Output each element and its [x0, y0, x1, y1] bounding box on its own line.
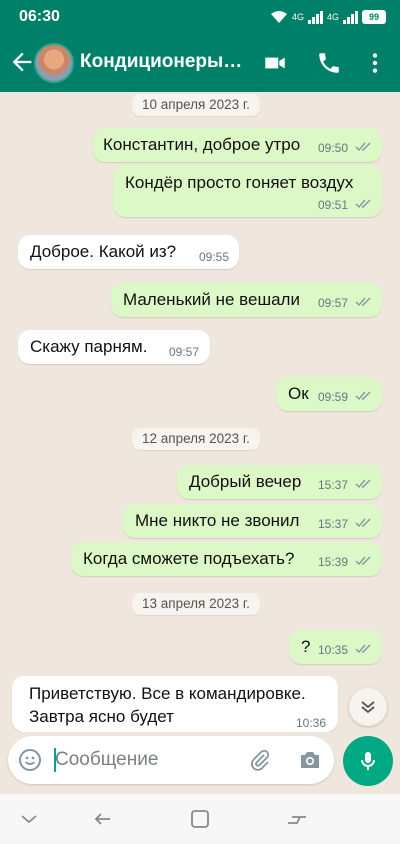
message-input[interactable]: Сообщение: [8, 736, 334, 784]
message-placeholder: Сообщение: [55, 749, 159, 770]
microphone-icon: [361, 752, 375, 770]
message-incoming[interactable]: Доброе. Какой из? 09:55: [18, 235, 239, 269]
system-nav-bar: [0, 794, 400, 844]
message-text: Когда сможете подъехать?: [83, 549, 295, 568]
message-outgoing[interactable]: Кондёр просто гоняет воздух 09:51: [113, 165, 382, 217]
double-check-icon: [355, 391, 371, 401]
double-chevron-down-icon: [361, 701, 375, 714]
message-text: Кондёр просто гоняет воздух: [125, 173, 354, 192]
message-outgoing[interactable]: Ок 09:59: [276, 377, 382, 411]
more-vert-icon[interactable]: [362, 50, 388, 76]
network-type-1: 4G: [291, 12, 304, 22]
message-outgoing[interactable]: ? 10:35: [289, 630, 382, 664]
message-time: 09:50: [318, 141, 349, 155]
camera-icon[interactable]: [298, 748, 322, 772]
status-icons: 4G 4G 99: [270, 8, 386, 26]
status-bar: 06:30 4G 4G 99: [0, 0, 400, 34]
message-time: 15:39: [318, 555, 349, 569]
double-check-icon: [355, 518, 371, 528]
message-outgoing[interactable]: Мне никто не звонил 15:37: [123, 504, 382, 538]
message-list[interactable]: 10 апреля 2023 г. Константин, доброе утр…: [0, 92, 400, 732]
nav-home-icon[interactable]: [187, 806, 213, 832]
message-incoming[interactable]: Приветствую. Все в командировке. Завтра …: [12, 676, 338, 732]
message-time: 09:55: [199, 250, 230, 264]
chat-title[interactable]: Кондиционеры Гав...: [80, 51, 245, 73]
avatar[interactable]: [34, 43, 74, 83]
message-text: Приветствую. Все в командировке.: [29, 684, 306, 703]
message-text: Ок: [288, 384, 309, 403]
phone-icon[interactable]: [316, 50, 342, 76]
message-time: 09:57: [318, 296, 349, 310]
chat-header: Кондиционеры Гав...: [0, 34, 400, 92]
message-time: 10:36: [296, 716, 327, 730]
arrow-left-icon[interactable]: [8, 48, 36, 76]
message-outgoing[interactable]: Когда сможете подъехать? 15:39: [71, 542, 382, 576]
message-incoming[interactable]: Скажу парням. 09:57: [18, 330, 210, 364]
message-time: 09:57: [169, 345, 200, 359]
network-type-2: 4G: [326, 12, 339, 22]
message-outgoing[interactable]: Маленький не вешали 09:57: [111, 283, 382, 317]
message-text-line-2: Завтра ясно будет: [29, 707, 174, 726]
message-time: 09:51: [318, 198, 349, 212]
nav-recents-icon[interactable]: [284, 806, 310, 832]
message-time: 15:37: [318, 478, 349, 492]
battery-icon: 99: [362, 10, 386, 24]
double-check-icon: [355, 297, 371, 307]
emoji-icon[interactable]: [18, 748, 42, 772]
message-text: Маленький не вешали: [123, 290, 300, 309]
message-text: Мне никто не звонил: [135, 511, 300, 530]
microphone-button[interactable]: [343, 736, 393, 786]
message-text: Скажу парням.: [30, 337, 148, 356]
message-time: 09:59: [318, 390, 349, 404]
double-check-icon: [355, 556, 371, 566]
message-time: 15:37: [318, 517, 349, 531]
date-separator: 10 апреля 2023 г.: [132, 94, 260, 116]
date-separator: 12 апреля 2023 г.: [132, 428, 260, 450]
signal-icon-2: [343, 10, 358, 24]
double-check-icon: [355, 479, 371, 489]
date-separator: 13 апреля 2023 г.: [132, 593, 260, 615]
message-outgoing[interactable]: Добрый вечер 15:37: [177, 465, 382, 499]
double-check-icon: [355, 199, 371, 209]
message-text: ?: [301, 637, 311, 656]
video-call-icon[interactable]: [262, 50, 288, 76]
scroll-to-bottom-button[interactable]: [349, 688, 387, 726]
message-text: Константин, доброе утро: [103, 135, 301, 154]
signal-icon: [307, 10, 323, 24]
message-text: Добрый вечер: [189, 472, 302, 491]
paperclip-icon[interactable]: [248, 748, 272, 772]
message-outgoing[interactable]: Константин, доброе утро 09:50: [93, 128, 382, 162]
wifi-icon: [270, 11, 287, 23]
nav-back-icon[interactable]: [90, 806, 116, 832]
clock: 06:30: [19, 8, 60, 25]
nav-collapse-icon[interactable]: [16, 806, 42, 832]
message-text: Доброе. Какой из?: [30, 242, 177, 261]
double-check-icon: [355, 142, 371, 152]
double-check-icon: [355, 644, 371, 654]
message-time: 10:35: [318, 643, 349, 657]
